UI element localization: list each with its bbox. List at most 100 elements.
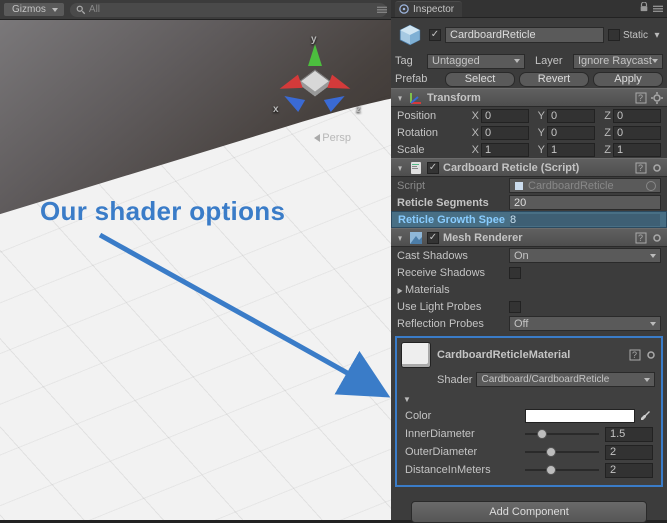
shader-dropdown[interactable]: Cardboard/CardboardReticle: [476, 372, 655, 387]
prefab-label: Prefab: [395, 73, 441, 85]
gear-icon[interactable]: [651, 92, 663, 104]
fold-icon: [396, 92, 404, 104]
layer-label: Layer: [535, 55, 569, 67]
help-icon[interactable]: ?: [635, 92, 647, 104]
mesh-renderer-icon: [409, 231, 423, 245]
reflection-probes-row: Reflection Probes Off: [391, 315, 667, 332]
scale-row: Scale X1 Y1 Z1: [391, 141, 667, 158]
prefab-apply-button[interactable]: Apply: [593, 72, 663, 87]
gameobject-name-input[interactable]: CardboardReticle: [445, 27, 604, 43]
prefab-revert-button[interactable]: Revert: [519, 72, 589, 87]
scale-z-input[interactable]: 1: [613, 143, 661, 157]
rotation-row: Rotation X0 Y0 Z0: [391, 124, 667, 141]
outer-diameter-row: OuterDiameter 2: [397, 443, 661, 461]
gizmo-axis-z-left[interactable]: [281, 90, 305, 112]
tag-label: Tag: [395, 55, 423, 67]
position-row: Position X0 Y0 Z0: [391, 107, 667, 124]
gizmos-label: Gizmos: [12, 4, 46, 15]
layer-dropdown[interactable]: Ignore Raycast: [573, 54, 663, 69]
object-picker-icon[interactable]: [646, 181, 656, 191]
lock-icon: [639, 2, 649, 12]
search-icon: [76, 5, 86, 15]
distance-input[interactable]: 2: [605, 463, 653, 478]
material-section: CardboardReticleMaterial ? Shader Cardbo…: [395, 336, 663, 487]
help-icon[interactable]: ?: [635, 232, 647, 244]
reticle-growth-input[interactable]: 8: [510, 214, 660, 226]
inspector-icon: [399, 4, 409, 14]
receive-shadows-row: Receive Shadows: [391, 264, 667, 281]
scene-options-menu[interactable]: [375, 0, 389, 20]
cast-shadows-row: Cast Shadows On: [391, 247, 667, 264]
projection-toggle[interactable]: Persp: [314, 132, 351, 144]
gizmo-axis-y[interactable]: [308, 44, 322, 66]
material-preview-icon: [401, 342, 431, 368]
scene-view[interactable]: Gizmos All y x z Persp Our shader option…: [0, 0, 391, 520]
tag-layer-row: Tag Untagged Layer Ignore Raycast: [391, 52, 667, 70]
menu-icon: [653, 4, 663, 14]
inner-diameter-slider[interactable]: [525, 427, 599, 441]
gameobject-icon[interactable]: [395, 21, 425, 49]
eyedropper-button[interactable]: [639, 409, 653, 423]
shader-row: Shader Cardboard/CardboardReticle: [397, 372, 661, 391]
position-x-input[interactable]: 0: [481, 109, 529, 123]
rotation-y-input[interactable]: 0: [547, 126, 595, 140]
transform-icon: [409, 91, 423, 105]
static-toggle[interactable]: Static ▾: [608, 29, 663, 41]
position-y-input[interactable]: 0: [547, 109, 595, 123]
gizmos-dropdown[interactable]: Gizmos: [4, 3, 64, 16]
distance-slider[interactable]: [525, 463, 599, 477]
tag-dropdown[interactable]: Untagged: [427, 54, 525, 69]
outer-diameter-input[interactable]: 2: [605, 445, 653, 460]
inspector-tabbar: Inspector: [391, 0, 667, 18]
reticle-segments-input[interactable]: 20: [509, 195, 661, 210]
fold-icon[interactable]: [403, 393, 411, 405]
orientation-gizmo[interactable]: y x z: [271, 38, 361, 138]
prefab-select-button[interactable]: Select: [445, 72, 515, 87]
static-dropdown[interactable]: ▾: [651, 30, 663, 41]
light-probes-checkbox[interactable]: [509, 301, 521, 313]
outer-diameter-slider[interactable]: [525, 445, 599, 459]
annotation-text: Our shader options: [40, 196, 285, 227]
inner-diameter-input[interactable]: 1.5: [605, 427, 653, 442]
inspector-tab[interactable]: Inspector: [395, 1, 462, 17]
position-z-input[interactable]: 0: [613, 109, 661, 123]
lock-button[interactable]: [639, 2, 649, 15]
help-icon[interactable]: ?: [635, 162, 647, 174]
scale-x-input[interactable]: 1: [481, 143, 529, 157]
svg-text:?: ?: [638, 233, 643, 243]
color-field[interactable]: [525, 409, 635, 423]
scale-y-input[interactable]: 1: [547, 143, 595, 157]
reflection-probes-dropdown[interactable]: Off: [509, 316, 661, 331]
help-icon[interactable]: ?: [629, 349, 641, 361]
fold-icon: [396, 162, 404, 174]
svg-text:?: ?: [638, 163, 643, 173]
materials-row[interactable]: Materials: [391, 281, 667, 298]
mesh-enable-checkbox[interactable]: [427, 232, 439, 244]
rotation-x-input[interactable]: 0: [481, 126, 529, 140]
gameobject-header: CardboardReticle Static ▾: [391, 18, 667, 52]
script-reference-field[interactable]: CardboardReticle: [509, 178, 661, 193]
gizmo-cube: [297, 70, 332, 97]
mesh-renderer-header[interactable]: Mesh Renderer ?: [391, 228, 667, 247]
gear-icon[interactable]: [645, 349, 657, 361]
scene-search-input[interactable]: All: [70, 3, 387, 17]
material-header[interactable]: CardboardReticleMaterial ?: [397, 338, 661, 372]
svg-text:?: ?: [632, 350, 637, 360]
scene-toolbar: Gizmos All: [0, 0, 391, 20]
panel-options-menu[interactable]: [653, 4, 663, 14]
rotation-z-input[interactable]: 0: [613, 126, 661, 140]
cast-shadows-dropdown[interactable]: On: [509, 248, 661, 263]
script-asset-icon: [514, 181, 524, 191]
script-enable-checkbox[interactable]: [427, 162, 439, 174]
distance-row: DistanceInMeters 2: [397, 461, 661, 479]
static-checkbox[interactable]: [608, 29, 620, 41]
inspector-panel: Inspector CardboardReticle Static ▾ Tag …: [391, 0, 667, 520]
transform-component-header[interactable]: Transform ?: [391, 88, 667, 107]
gear-icon[interactable]: [651, 232, 663, 244]
reticle-script-header[interactable]: Cardboard Reticle (Script) ?: [391, 158, 667, 177]
eyedropper-icon: [640, 410, 652, 422]
receive-shadows-checkbox[interactable]: [509, 267, 521, 279]
inner-diameter-row: InnerDiameter 1.5: [397, 425, 661, 443]
gameobject-enable-checkbox[interactable]: [429, 29, 441, 41]
gear-icon[interactable]: [651, 162, 663, 174]
